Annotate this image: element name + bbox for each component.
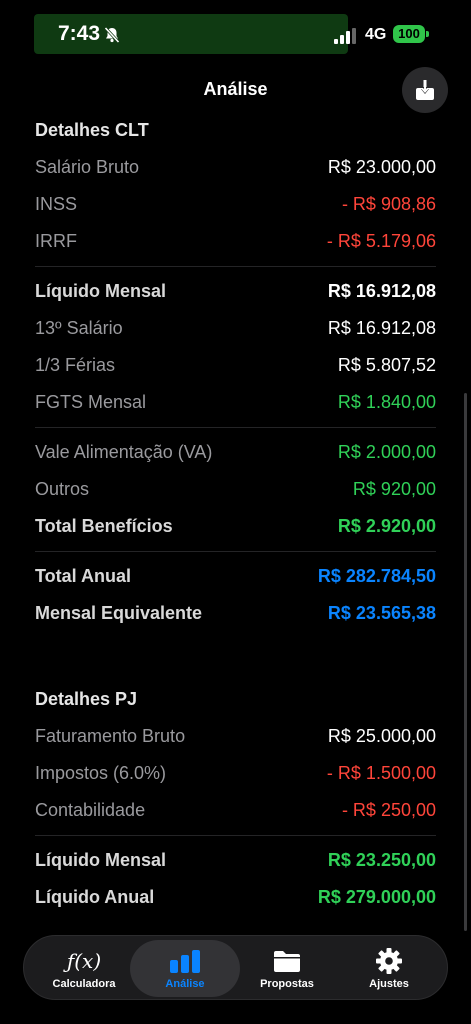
bar-chart-icon bbox=[169, 948, 201, 974]
row-salario-bruto: Salário Bruto R$ 23.000,00 bbox=[35, 149, 436, 186]
row-value: R$ 2.920,00 bbox=[337, 516, 436, 536]
row-value: R$ 920,00 bbox=[352, 479, 436, 499]
row-value: R$ 282.784,50 bbox=[317, 566, 436, 586]
row-value: - R$ 1.500,00 bbox=[326, 763, 436, 783]
row-label: IRRF bbox=[35, 231, 77, 251]
row-label: Salário Bruto bbox=[35, 157, 140, 177]
pj-section-title: Detalhes PJ bbox=[35, 689, 138, 709]
row-label: Vale Alimentação (VA) bbox=[35, 442, 213, 462]
row-value: R$ 25.000,00 bbox=[327, 726, 436, 746]
divider bbox=[35, 551, 436, 552]
row-mensal-equivalente: Mensal Equivalente R$ 23.565,38 bbox=[35, 595, 436, 632]
row-value: R$ 23.000,00 bbox=[327, 157, 436, 177]
tab-label: Calculadora bbox=[52, 977, 116, 990]
row-label: Líquido Mensal bbox=[35, 281, 167, 301]
row-value: R$ 279.000,00 bbox=[317, 887, 436, 907]
row-value: R$ 2.000,00 bbox=[337, 442, 436, 462]
tab-analise[interactable]: Análise bbox=[130, 940, 240, 997]
row-value: R$ 23.250,00 bbox=[327, 850, 436, 870]
row-label: Impostos (6.0%) bbox=[35, 763, 167, 783]
row-label: 1/3 Férias bbox=[35, 355, 116, 375]
divider bbox=[35, 266, 436, 267]
row-value: R$ 16.912,08 bbox=[327, 281, 436, 301]
tab-propostas[interactable]: Propostas bbox=[232, 940, 342, 997]
row-value: R$ 5.807,52 bbox=[337, 355, 436, 375]
scrollbar[interactable] bbox=[464, 393, 467, 931]
row-outros: Outros R$ 920,00 bbox=[35, 471, 436, 508]
tab-label: Análise bbox=[165, 977, 205, 990]
row-total-anual: Total Anual R$ 282.784,50 bbox=[35, 558, 436, 595]
row-label: Outros bbox=[35, 479, 90, 499]
bell-muted-icon bbox=[104, 26, 120, 44]
battery-tip bbox=[426, 31, 429, 37]
row-fgts: FGTS Mensal R$ 1.840,00 bbox=[35, 384, 436, 421]
row-inss: INSS - R$ 908,86 bbox=[35, 186, 436, 223]
row-label: Mensal Equivalente bbox=[35, 603, 203, 623]
row-value: R$ 23.565,38 bbox=[327, 603, 436, 623]
row-label: Total Benefícios bbox=[35, 516, 173, 536]
tab-ajustes[interactable]: Ajustes bbox=[334, 940, 444, 997]
row-liquido-anual-pj: Líquido Anual R$ 279.000,00 bbox=[35, 879, 436, 916]
row-13-salario: 13º Salário R$ 16.912,08 bbox=[35, 310, 436, 347]
clt-section-title: Detalhes CLT bbox=[35, 120, 149, 140]
function-icon: ƒ(x) bbox=[66, 948, 102, 973]
row-faturamento-bruto: Faturamento Bruto R$ 25.000,00 bbox=[35, 718, 436, 755]
folder-icon bbox=[272, 948, 302, 974]
row-vale-alimentacao: Vale Alimentação (VA) R$ 2.000,00 bbox=[35, 434, 436, 471]
divider bbox=[35, 427, 436, 428]
row-label: Faturamento Bruto bbox=[35, 726, 186, 746]
status-time: 7:43 bbox=[58, 22, 101, 45]
battery-icon: 100 bbox=[393, 25, 425, 43]
tab-label: Propostas bbox=[260, 977, 314, 990]
row-label: INSS bbox=[35, 194, 78, 214]
signal-icon bbox=[334, 28, 356, 44]
row-ferias: 1/3 Férias R$ 5.807,52 bbox=[35, 347, 436, 384]
row-value: R$ 16.912,08 bbox=[327, 318, 436, 338]
row-value: - R$ 908,86 bbox=[341, 194, 436, 214]
row-label: Líquido Mensal bbox=[35, 850, 167, 870]
tab-bar: ƒ(x) Calculadora Análise Propostas Ajust… bbox=[23, 935, 448, 1000]
row-label: Contabilidade bbox=[35, 800, 146, 820]
row-contabilidade: Contabilidade - R$ 250,00 bbox=[35, 792, 436, 829]
tab-calculadora[interactable]: ƒ(x) Calculadora bbox=[29, 940, 139, 997]
row-value: - R$ 250,00 bbox=[341, 800, 436, 820]
download-button[interactable] bbox=[402, 67, 448, 113]
row-value: - R$ 5.179,06 bbox=[326, 231, 436, 251]
row-label: Líquido Anual bbox=[35, 887, 155, 907]
row-total-beneficios: Total Benefícios R$ 2.920,00 bbox=[35, 508, 436, 545]
divider bbox=[35, 835, 436, 836]
analysis-content: Detalhes CLT Salário Bruto R$ 23.000,00 … bbox=[35, 112, 436, 916]
row-liquido-mensal-clt: Líquido Mensal R$ 16.912,08 bbox=[35, 273, 436, 310]
row-label: Total Anual bbox=[35, 566, 131, 586]
download-icon bbox=[416, 80, 434, 100]
network-type: 4G bbox=[365, 26, 387, 43]
row-label: 13º Salário bbox=[35, 318, 123, 338]
gear-icon bbox=[375, 947, 403, 974]
row-irrf: IRRF - R$ 5.179,06 bbox=[35, 223, 436, 260]
tab-label: Ajustes bbox=[369, 977, 409, 990]
row-label: FGTS Mensal bbox=[35, 392, 147, 412]
status-bar: 7:43 4G 100 bbox=[0, 0, 471, 70]
page-title: Análise bbox=[203, 79, 268, 99]
row-impostos: Impostos (6.0%) - R$ 1.500,00 bbox=[35, 755, 436, 792]
row-liquido-mensal-pj: Líquido Mensal R$ 23.250,00 bbox=[35, 842, 436, 879]
row-value: R$ 1.840,00 bbox=[337, 392, 436, 412]
